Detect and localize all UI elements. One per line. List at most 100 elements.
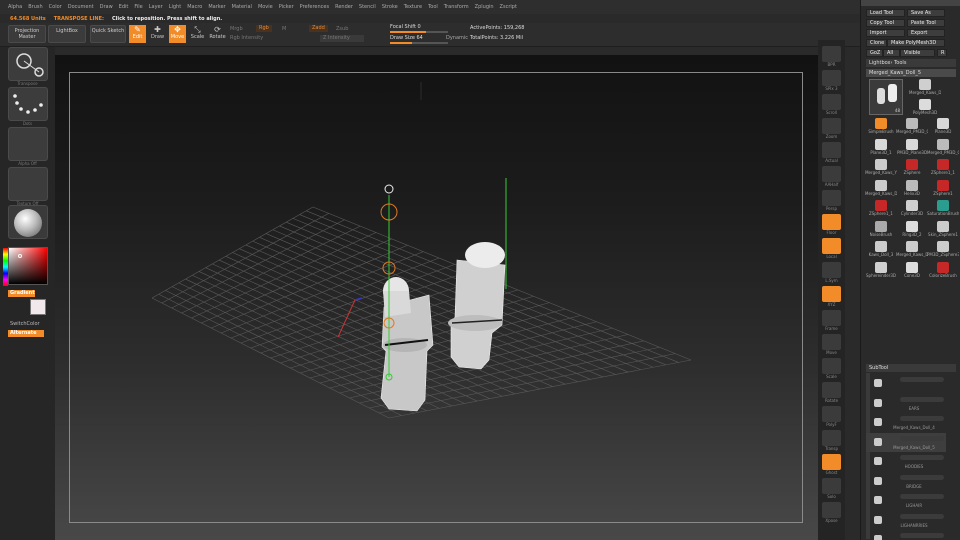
right-leg-top[interactable]: [465, 242, 505, 268]
menu-item-light[interactable]: Light: [169, 4, 181, 10]
tool-item[interactable]: Helix3D: [896, 179, 928, 201]
scale-mode-button[interactable]: ⤡ Scale: [189, 25, 206, 43]
tool-item[interactable]: Plane3D: [927, 118, 959, 139]
menu-item-material[interactable]: Material: [232, 4, 252, 10]
subtool-header[interactable]: SubTool: [866, 364, 956, 372]
subtool-item[interactable]: Merged_Kaws_Doll_4: [866, 413, 946, 432]
menu-item-render[interactable]: Render: [335, 4, 353, 10]
menu-item-alpha[interactable]: Alpha: [8, 4, 22, 10]
secondary-color-swatch[interactable]: [30, 299, 46, 315]
texture-slot[interactable]: [8, 167, 48, 201]
alpha-slot[interactable]: [8, 127, 48, 161]
menu-item-preferences[interactable]: Preferences: [300, 4, 329, 10]
menu-item-macro[interactable]: Macro: [187, 4, 202, 10]
tool-item[interactable]: SimpleBrush: [865, 118, 897, 139]
r-button[interactable]: R: [937, 49, 947, 57]
subtool-item[interactable]: SCHOENER: [866, 530, 946, 540]
view-button-persp[interactable]: [822, 190, 841, 206]
copy-tool-button[interactable]: Copy Tool: [866, 19, 905, 27]
tool-item[interactable]: Merged_Kaws_Do: [865, 179, 897, 201]
subtool-item[interactable]: LIGHANRRIES: [866, 511, 946, 530]
z-intensity-slider[interactable]: Z Intensity: [320, 35, 364, 42]
tool-item[interactable]: Merged_PM3D_C: [927, 138, 959, 160]
tool-item[interactable]: Skin_ZSphere1: [927, 220, 959, 242]
menu-item-file[interactable]: File: [134, 4, 142, 10]
view-button-move[interactable]: [822, 334, 841, 350]
menu-item-texture[interactable]: Texture: [404, 4, 422, 10]
view-button-transp[interactable]: [822, 430, 841, 446]
draw-size-slider[interactable]: Draw Size 64: [390, 35, 450, 45]
view-button-spix-3[interactable]: [822, 70, 841, 86]
menu-item-draw[interactable]: Draw: [100, 4, 113, 10]
subtool-visibility-toggle[interactable]: [900, 474, 944, 480]
mrgb-toggle[interactable]: Mrgb: [230, 26, 243, 33]
gradient-button[interactable]: Gradient: [8, 290, 35, 297]
import-button[interactable]: Import: [866, 29, 905, 37]
lightbox-button[interactable]: LightBox: [48, 25, 86, 43]
menu-item-brush[interactable]: Brush: [28, 4, 42, 10]
projection-master-button[interactable]: Projection Master: [8, 25, 46, 43]
view-button-xyz[interactable]: [822, 286, 841, 302]
right-leg-mesh[interactable]: [450, 259, 506, 370]
brush-slot[interactable]: [8, 47, 48, 81]
left-leg-cap[interactable]: [383, 291, 411, 317]
view-button-aahalf[interactable]: [822, 166, 841, 182]
menu-item-picker[interactable]: Picker: [279, 4, 294, 10]
rotate-mode-button[interactable]: ⟳ Rotate: [209, 25, 226, 43]
menu-item-zplugin[interactable]: Zplugin: [475, 4, 494, 10]
export-button[interactable]: Export: [907, 29, 945, 37]
view-button-polyf[interactable]: [822, 406, 841, 422]
tool-item[interactable]: NoiseBrush: [865, 220, 897, 242]
subtool-visibility-toggle[interactable]: [900, 435, 944, 441]
draw-mode-button[interactable]: ✚ Draw: [149, 25, 166, 43]
view-button-local[interactable]: [822, 238, 841, 254]
tool-item[interactable]: Merged_Kaws_Y: [865, 159, 897, 180]
tool-item[interactable]: Ring3D_2: [896, 220, 928, 242]
doll-model[interactable]: [380, 242, 506, 412]
rgb-intensity-slider[interactable]: Rgb Intensity: [230, 35, 263, 42]
tool-item[interactable]: Merged_Kaws_D: [896, 241, 928, 262]
view-button-zoom[interactable]: [822, 118, 841, 134]
tool-item[interactable]: PM3D_ZSphere3: [927, 241, 959, 262]
subtool-item[interactable]: HOODIES: [866, 452, 946, 471]
view-button-floor[interactable]: [822, 214, 841, 230]
tool-item[interactable]: Merged_PM3D_C: [896, 118, 928, 139]
zsub-toggle[interactable]: Zsub: [336, 26, 348, 33]
tool-item[interactable]: Sphereinder3D: [865, 261, 897, 283]
canvas-viewport[interactable]: [55, 55, 818, 540]
view-button-bpr[interactable]: [822, 46, 841, 62]
tool-item[interactable]: ColorizeBrush: [927, 261, 959, 283]
tool-item[interactable]: Kaws_Doll_3: [865, 241, 897, 262]
tool-item[interactable]: Cone3D: [896, 261, 928, 283]
menu-item-marker[interactable]: Marker: [208, 4, 225, 10]
save-as-button[interactable]: Save As: [907, 9, 945, 17]
make-polymesh-button[interactable]: Make PolyMesh3D: [887, 39, 945, 47]
tool-item[interactable]: PolyMesh3D: [909, 99, 941, 120]
rgb-toggle[interactable]: Rgb: [256, 25, 272, 32]
view-button-actual[interactable]: [822, 142, 841, 158]
subtool-item[interactable]: Merged_Kaws_Doll_5: [866, 432, 946, 452]
goz-button[interactable]: GoZ: [866, 49, 883, 57]
subtool-visibility-toggle[interactable]: [900, 533, 944, 538]
tool-item[interactable]: Merged_Kaws_Doll: [909, 79, 941, 100]
alternate-button[interactable]: Alternate: [8, 330, 44, 337]
subtool-visibility-toggle[interactable]: [900, 396, 944, 402]
view-button-solo[interactable]: [822, 478, 841, 494]
subtool-item[interactable]: LIGHAIR: [866, 491, 946, 510]
view-button-xpose[interactable]: [822, 502, 841, 518]
view-button-rotate[interactable]: [822, 382, 841, 398]
zadd-toggle[interactable]: Zadd: [309, 25, 328, 32]
menu-item-layer[interactable]: Layer: [149, 4, 163, 10]
menu-item-tool[interactable]: Tool: [428, 4, 438, 10]
menu-item-transform[interactable]: Transform: [444, 4, 469, 10]
tool-item[interactable]: Plane3D_1: [865, 138, 897, 160]
visible-button[interactable]: Visible: [900, 49, 935, 57]
quick-sketch-button[interactable]: Quick Sketch: [90, 25, 126, 43]
tool-item[interactable]: Cylinder3D: [896, 200, 928, 221]
all-button[interactable]: All: [883, 49, 900, 57]
tool-item[interactable]: ZSphere: [896, 159, 928, 180]
switch-color-button[interactable]: SwitchColor: [10, 321, 40, 327]
tool-item[interactable]: ZSphere1_1: [865, 200, 897, 221]
stroke-slot[interactable]: [8, 87, 48, 121]
current-tool-thumbnail[interactable]: 48: [869, 79, 903, 115]
